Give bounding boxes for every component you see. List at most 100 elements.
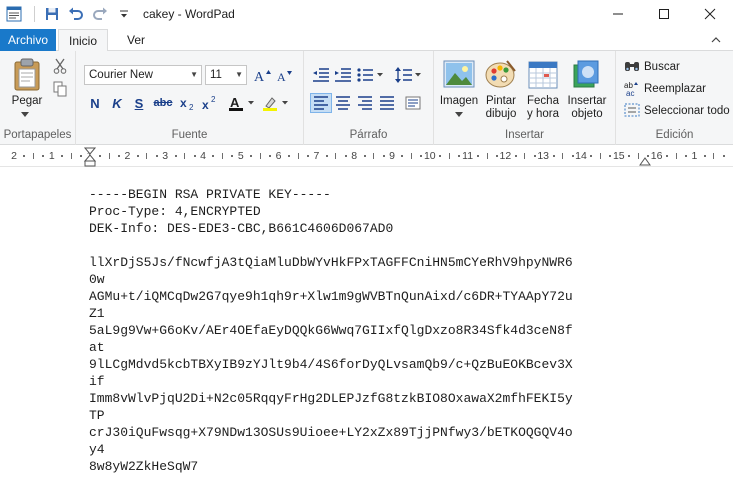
- subscript-icon[interactable]: x2: [178, 93, 200, 113]
- paragraph-settings-icon[interactable]: [402, 93, 424, 113]
- ruler-number: 12: [499, 150, 512, 162]
- superscript-icon[interactable]: x2: [200, 93, 222, 113]
- document-line[interactable]: AGMu+t/iQMCqDw2G7qye9h1qh9r+Xlw1m9gWVBTn…: [89, 288, 573, 305]
- replace-button[interactable]: ab ac Reemplazar: [624, 79, 706, 99]
- document-line[interactable]: y4: [89, 441, 573, 458]
- document-line[interactable]: Z1: [89, 305, 573, 322]
- ruler-number: 6: [275, 150, 282, 162]
- svg-text:ac: ac: [626, 89, 634, 96]
- wordpad-app-icon[interactable]: [6, 6, 22, 22]
- insert-group: Imagen Pintar dibujo Fecha y hora Insert…: [434, 51, 616, 145]
- increase-indent-icon[interactable]: [332, 65, 354, 85]
- ruler-tick: [514, 155, 517, 157]
- document-line[interactable]: crJ30iQuFwsqg+X79NDw13OSUs9Uioee+LY2xZx8…: [89, 424, 573, 441]
- title-bar: cakey - WordPad: [0, 0, 733, 27]
- font-group-label: Fuente: [171, 129, 208, 141]
- document-line[interactable]: Proc-Type: 4,ENCRYPTED: [89, 203, 573, 220]
- picture-icon[interactable]: [442, 57, 476, 91]
- save-icon[interactable]: [43, 5, 61, 23]
- document-line[interactable]: llXrDjS5Js/fNcwfjA3tQiaMluDbWYvHkFPxTAGF…: [89, 254, 573, 271]
- tab-file[interactable]: Archivo: [0, 29, 56, 51]
- left-indent-marker-icon[interactable]: [83, 147, 97, 170]
- ruler-tick: [722, 155, 725, 157]
- find-button[interactable]: Buscar: [624, 57, 680, 77]
- insert-object-icon[interactable]: [570, 57, 604, 91]
- ruler-tick: [174, 155, 177, 157]
- paint-drawing-label-line1[interactable]: Pintar: [480, 95, 522, 108]
- minimize-icon[interactable]: [595, 0, 641, 27]
- font-color-icon[interactable]: A: [228, 93, 258, 113]
- ruler-tick: [184, 153, 186, 159]
- picture-button-label[interactable]: Imagen: [436, 95, 482, 108]
- ruler-number: 2: [124, 150, 131, 162]
- shrink-font-icon[interactable]: A: [274, 65, 296, 85]
- font-size-select[interactable]: 11 ▼: [205, 65, 247, 85]
- undo-icon[interactable]: [67, 5, 85, 23]
- date-time-label-line1[interactable]: Fecha: [522, 95, 564, 108]
- highlight-icon[interactable]: [262, 93, 292, 113]
- strikethrough-button[interactable]: abc: [152, 93, 174, 113]
- customize-quick-access-icon[interactable]: [115, 5, 133, 23]
- font-family-select[interactable]: Courier New ▼: [84, 65, 202, 85]
- document-text[interactable]: -----BEGIN RSA PRIVATE KEY----- Proc-Type…: [89, 186, 573, 475]
- document-line[interactable]: 0w: [89, 271, 573, 288]
- insert-object-label-line1[interactable]: Insertar: [564, 95, 610, 108]
- right-indent-marker-icon[interactable]: [639, 155, 651, 169]
- paste-dropdown-arrow-icon[interactable]: [18, 109, 32, 119]
- decrease-indent-icon[interactable]: [310, 65, 332, 85]
- editing-group-label: Edición: [655, 129, 694, 141]
- tab-view[interactable]: Ver: [116, 29, 156, 51]
- paint-drawing-label-line2[interactable]: dibujo: [480, 108, 522, 121]
- justify-icon[interactable]: [376, 93, 398, 113]
- align-left-icon[interactable]: [310, 93, 332, 113]
- font-size-value: 11: [210, 69, 222, 81]
- calendar-icon[interactable]: [526, 57, 560, 91]
- document-line[interactable]: 5aL9g9Vw+G6oKv/AEr4OEfaEyDQQkG6Wwq7GIIxf…: [89, 322, 573, 339]
- ruler-number: 3: [162, 150, 169, 162]
- bold-button[interactable]: N: [84, 93, 106, 113]
- paste-button-label[interactable]: Pegar: [6, 95, 48, 108]
- tab-home[interactable]: Inicio: [58, 29, 108, 52]
- insert-object-label-line2[interactable]: objeto: [564, 108, 610, 121]
- ribbon: Pegar Portapapeles Courier New ▼ 11 ▼ A …: [0, 51, 733, 145]
- italic-button[interactable]: K: [106, 93, 128, 113]
- cut-icon[interactable]: [52, 58, 68, 74]
- line-spacing-icon[interactable]: [394, 65, 424, 85]
- ruler-tick: [335, 153, 337, 159]
- paste-icon[interactable]: [10, 57, 44, 93]
- align-center-icon[interactable]: [332, 93, 354, 113]
- copy-icon[interactable]: [52, 81, 68, 97]
- maximize-icon[interactable]: [641, 0, 687, 27]
- select-all-button[interactable]: Seleccionar todo: [624, 101, 730, 121]
- ruler-tick: [363, 155, 366, 157]
- document-line[interactable]: at: [89, 339, 573, 356]
- paint-palette-icon[interactable]: [484, 57, 518, 91]
- ruler-tick: [675, 153, 677, 159]
- svg-text:x: x: [202, 98, 209, 110]
- document-line[interactable]: [89, 237, 573, 254]
- document-line[interactable]: Imm8vWlvPjqU2Di+N2c05RqqyFrHg2DLEPJzfG8t…: [89, 390, 573, 407]
- ruler-number: 9: [389, 150, 395, 162]
- ruler[interactable]: 21123456789101112131415161: [0, 145, 733, 167]
- close-icon[interactable]: [687, 0, 733, 27]
- document-line[interactable]: -----BEGIN RSA PRIVATE KEY-----: [89, 186, 573, 203]
- redo-icon[interactable]: [91, 5, 109, 23]
- window-title: cakey - WordPad: [143, 6, 235, 21]
- chevron-up-icon[interactable]: [709, 33, 723, 47]
- insert-group-label: Insertar: [505, 129, 544, 141]
- picture-dropdown-arrow-icon[interactable]: [452, 109, 466, 119]
- document-line[interactable]: DEK-Info: DES-EDE3-CBC,B661C4606D067AD0: [89, 220, 573, 237]
- paragraph-group: Párrafo: [304, 51, 434, 145]
- align-right-icon[interactable]: [354, 93, 376, 113]
- date-time-label-line2[interactable]: y hora: [522, 108, 564, 121]
- bullet-list-icon[interactable]: [356, 65, 386, 85]
- underline-button[interactable]: S: [128, 93, 150, 113]
- ruler-number: 13: [537, 150, 550, 162]
- document-line[interactable]: TP: [89, 407, 573, 424]
- svg-text:x: x: [180, 96, 187, 110]
- grow-font-icon[interactable]: A: [252, 65, 274, 85]
- document-area[interactable]: -----BEGIN RSA PRIVATE KEY----- Proc-Type…: [0, 168, 733, 482]
- document-line[interactable]: 9lLCgMdvd5kcbTBXyIB9zYJlt9b4/4S6forDyQLv…: [89, 356, 573, 373]
- document-line[interactable]: if: [89, 373, 573, 390]
- document-line[interactable]: 8w8yW2ZkHeSqW7: [89, 458, 573, 475]
